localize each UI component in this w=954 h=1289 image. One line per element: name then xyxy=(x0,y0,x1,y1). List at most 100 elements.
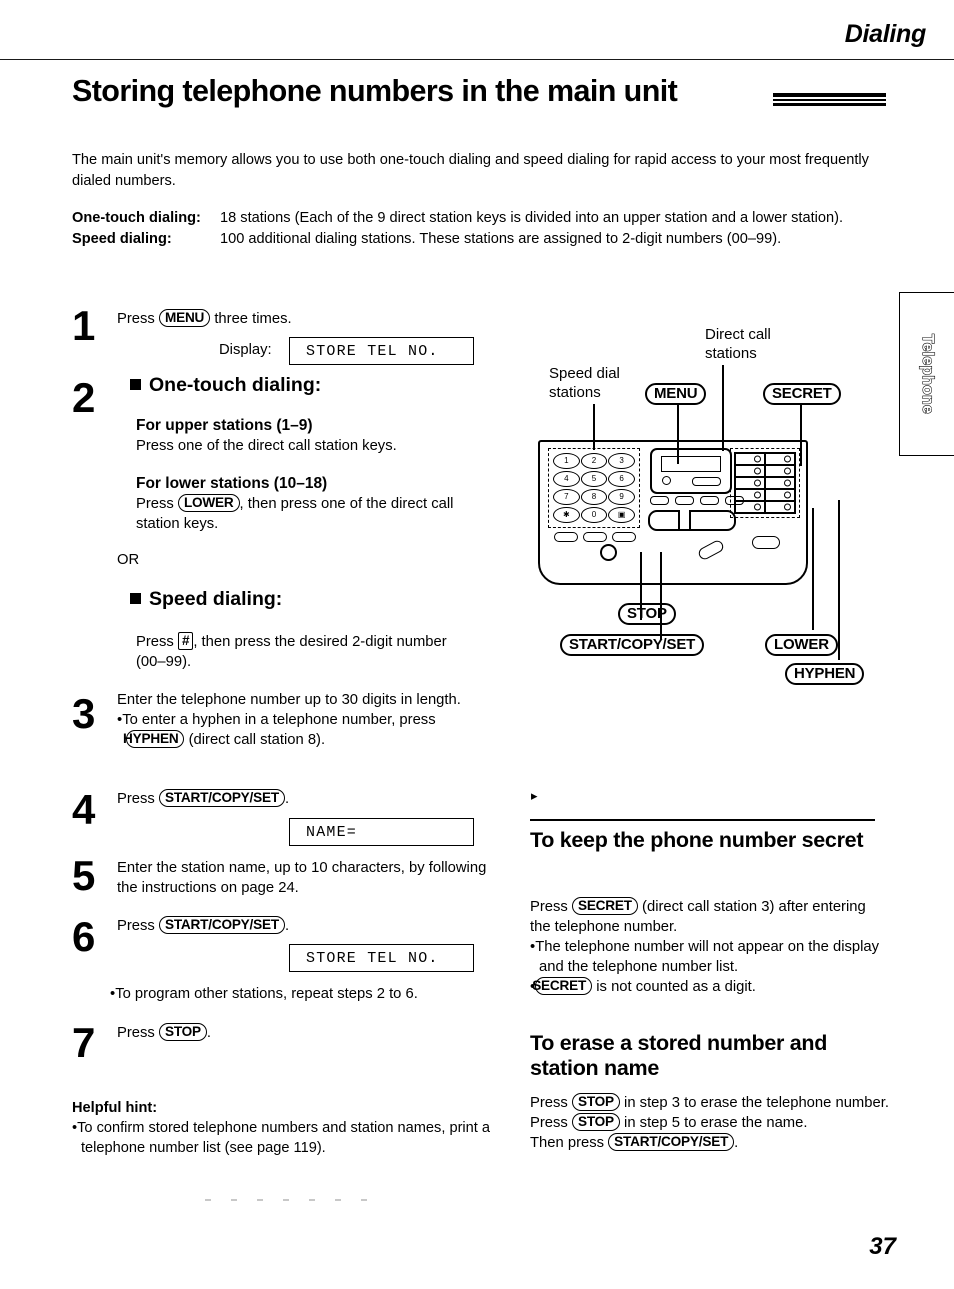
station-key[interactable] xyxy=(765,465,795,477)
square-bullet-icon xyxy=(130,379,141,390)
keypad-key[interactable]: 8 xyxy=(580,489,608,505)
hyphen-key-label: HYPHEN xyxy=(123,730,185,748)
start-copy-set-key-label: START/COPY/SET xyxy=(158,916,285,934)
step-7-text-before: Press xyxy=(117,1025,155,1041)
device-key-menu[interactable] xyxy=(675,496,694,505)
device-bar-divider xyxy=(678,510,691,529)
step-1-text-before: Press xyxy=(117,311,155,327)
step-3-bullet: •To enter a hyphen in a telephone number… xyxy=(117,712,436,748)
keypad-key[interactable]: 7 xyxy=(553,489,580,505)
title-decoration-bars xyxy=(773,93,886,107)
step-3-number: 3 xyxy=(72,690,96,737)
or-separator: OR xyxy=(117,552,140,568)
lower-stations-block: For lower stations (10–18) Press LOWER, … xyxy=(136,474,481,534)
device-lcd-screen xyxy=(661,456,721,472)
device-side-pill[interactable] xyxy=(752,536,780,549)
erase-after-3: . xyxy=(734,1135,739,1151)
erase-body-line-1: Press STOP in step 3 to erase the teleph… xyxy=(530,1093,890,1133)
keypad-key[interactable]: 9 xyxy=(608,489,635,505)
step-3-bullet-after: (direct call station 8). xyxy=(188,732,326,748)
step-5-text: Enter the station name, up to 10 charact… xyxy=(117,860,487,896)
keypad-key-star[interactable]: ✱ xyxy=(553,507,580,523)
step-2-number: 2 xyxy=(72,374,96,421)
station-key[interactable] xyxy=(735,465,765,477)
step-5-number: 5 xyxy=(72,852,96,899)
function-key[interactable] xyxy=(612,532,636,542)
station-key[interactable] xyxy=(765,501,795,513)
lower-key-callout-label: LOWER xyxy=(765,634,838,656)
lcd-display-store-tel-no-2: STORE TEL NO. xyxy=(289,944,474,972)
device-display-panel xyxy=(650,448,732,494)
page-number: 37 xyxy=(869,1233,896,1260)
speed-dialing-body: Press #, then press the desired 2-digit … xyxy=(136,632,466,672)
lower-stations-body: Press LOWER, then press one of the direc… xyxy=(136,494,481,534)
side-tab-telephone[interactable]: Telephone xyxy=(899,292,954,456)
definition-row: Speed dialing: 100 additional dialing st… xyxy=(72,229,882,250)
function-key[interactable] xyxy=(583,532,607,542)
callout-lower: LOWER xyxy=(765,634,838,656)
step-1-text: Press MENU three times. xyxy=(117,309,497,329)
intro-paragraph: The main unit's memory allows you to use… xyxy=(72,152,869,189)
step-1-text-after: three times. xyxy=(214,311,292,327)
upper-stations-body: Press one of the direct call station key… xyxy=(136,438,397,454)
secret-key-callout-label: SECRET xyxy=(763,383,841,405)
hash-key-label: # xyxy=(177,632,194,650)
step-7-text-after: . xyxy=(206,1025,212,1041)
secret-bullet-2: •SECRET is not counted as a digit. xyxy=(530,977,756,995)
direct-call-station-grid xyxy=(734,452,796,514)
secret-body-before: Press xyxy=(530,899,568,915)
numeric-keypad: 1 2 3 4 5 6 7 8 9 ✱ 0 ▣ xyxy=(550,450,638,526)
speed-dialing-heading: Speed dialing: xyxy=(149,588,283,610)
device-start-stop-bar[interactable] xyxy=(648,510,736,531)
secret-key-label: SECRET xyxy=(532,977,593,995)
start-copy-set-key-callout-label: START/COPY/SET xyxy=(560,634,705,656)
station-key[interactable] xyxy=(735,489,765,501)
hyphen-key-callout-label: HYPHEN xyxy=(785,663,865,685)
station-key[interactable] xyxy=(735,477,765,489)
station-key[interactable] xyxy=(765,489,795,501)
device-key[interactable] xyxy=(650,496,669,505)
speed-text-before: Press xyxy=(136,634,174,650)
scan-artifact: ▸ xyxy=(531,788,538,803)
keypad-key[interactable]: 0 xyxy=(580,507,608,523)
stop-key-callout-label: STOP xyxy=(618,603,676,625)
callout-start-copy-set: START/COPY/SET xyxy=(560,634,705,656)
station-key[interactable] xyxy=(765,453,795,465)
menu-key-callout-label: MENU xyxy=(645,383,707,405)
step-6-text-before: Press xyxy=(117,918,155,934)
start-copy-set-key-label: START/COPY/SET xyxy=(608,1133,735,1151)
station-key[interactable] xyxy=(735,501,765,513)
device-knob[interactable] xyxy=(600,544,617,561)
upper-stations-heading: For upper stations (1–9) xyxy=(136,417,313,434)
erase-section-heading: To erase a stored number and station nam… xyxy=(530,1031,828,1080)
helpful-hint-block: Helpful hint: •To confirm stored telepho… xyxy=(72,1098,502,1158)
step-2-onetouch-heading: One-touch dialing: xyxy=(130,375,500,397)
step-7-number: 7 xyxy=(72,1019,96,1066)
secret-section-heading: To keep the phone number secret xyxy=(530,828,864,852)
keypad-key-hash[interactable]: ▣ xyxy=(608,507,635,523)
keypad-key[interactable]: 5 xyxy=(580,471,608,487)
keypad-function-keys xyxy=(554,532,636,542)
station-key[interactable] xyxy=(735,453,765,465)
erase-before-3: Then press xyxy=(530,1135,605,1151)
keypad-key[interactable]: 6 xyxy=(608,471,635,487)
scan-smudge xyxy=(205,1199,385,1201)
function-key[interactable] xyxy=(554,532,578,542)
erase-before-1: Press xyxy=(530,1095,568,1111)
keypad-key[interactable]: 1 xyxy=(553,453,580,469)
helpful-hint-text: To confirm stored telephone numbers and … xyxy=(77,1120,491,1156)
running-head: Dialing xyxy=(844,20,927,48)
callout-secret: SECRET xyxy=(763,383,841,405)
keypad-key[interactable]: 4 xyxy=(553,471,580,487)
keypad-key[interactable]: 2 xyxy=(580,453,608,469)
helpful-hint-bullet: •To confirm stored telephone numbers and… xyxy=(72,1120,491,1156)
station-key[interactable] xyxy=(765,477,795,489)
step-4-text-before: Press xyxy=(117,791,155,807)
keypad-key[interactable]: 3 xyxy=(608,453,635,469)
device-key[interactable] xyxy=(700,496,719,505)
step-6-text-after: . xyxy=(284,918,290,934)
side-tab-label: Telephone xyxy=(918,333,936,414)
onetouch-dialing-heading: One-touch dialing: xyxy=(149,374,322,396)
callout-speed-dial-stations: Speed dial stations xyxy=(549,365,620,401)
stop-key-label: STOP xyxy=(158,1023,207,1041)
